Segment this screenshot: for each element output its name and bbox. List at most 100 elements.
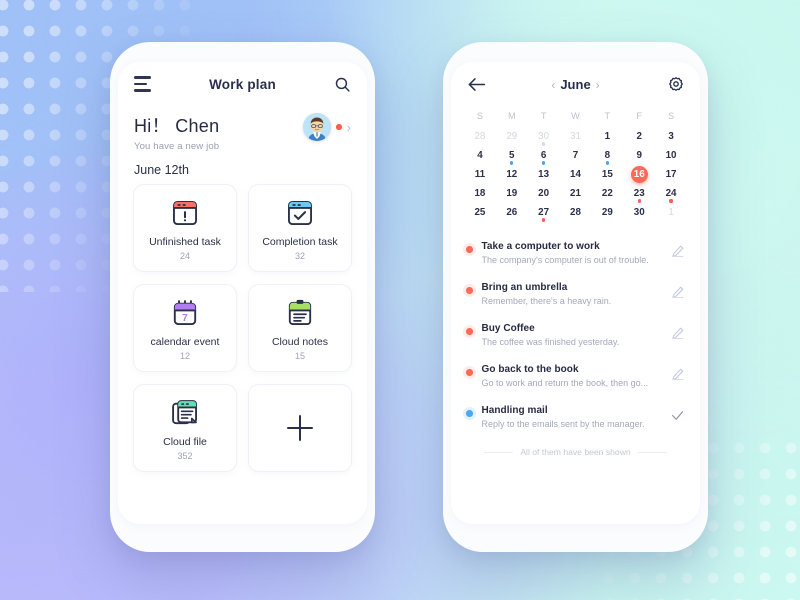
- card-title: Cloud file: [163, 436, 207, 448]
- card-title: Unfinished task: [149, 236, 221, 248]
- calendar-week-row: 18 19 20 21 22 23 24: [464, 184, 687, 203]
- calendar-day-number: 28: [474, 131, 486, 142]
- calendar-day-28[interactable]: 28: [464, 127, 496, 146]
- calendar-day-14[interactable]: 14: [560, 165, 592, 184]
- file-stack-icon: [168, 395, 202, 431]
- month-selector: ‹ June ›: [451, 77, 700, 92]
- calendar-day-number: 22: [601, 188, 613, 199]
- card-completion-task[interactable]: Completion task 32: [248, 184, 352, 272]
- dow-label: T: [604, 111, 611, 121]
- search-icon[interactable]: [334, 76, 351, 93]
- dow-label: W: [571, 111, 580, 121]
- calendar-day-29[interactable]: 29: [591, 203, 623, 222]
- task-status-dot: [466, 410, 473, 417]
- card-calendar-event[interactable]: 7 calendar event 12: [133, 284, 237, 372]
- calendar-day-4[interactable]: 4: [464, 146, 496, 165]
- calendar-day-1[interactable]: 1: [591, 127, 623, 146]
- next-month-button[interactable]: ›: [591, 78, 605, 92]
- calendar-day-number: 17: [665, 169, 677, 180]
- calendar-day-11[interactable]: 11: [464, 165, 496, 184]
- calendar-day-31[interactable]: 31: [560, 127, 592, 146]
- add-card-button[interactable]: [248, 384, 352, 472]
- calendar-day-8[interactable]: 8: [591, 146, 623, 165]
- calendar-day-6[interactable]: 6: [528, 146, 560, 165]
- pencil-icon[interactable]: [670, 282, 685, 300]
- dow-label: T: [540, 111, 547, 121]
- task-item[interactable]: Go back to the book Go to work and return…: [466, 356, 685, 397]
- calendar-day-29[interactable]: 29: [496, 127, 528, 146]
- calendar-day-7[interactable]: 7: [560, 146, 592, 165]
- divider-right: [637, 451, 668, 453]
- calendar-day-24[interactable]: 24: [655, 184, 687, 203]
- calendar-day-number: 25: [474, 207, 486, 218]
- prev-month-button[interactable]: ‹: [546, 78, 560, 92]
- calendar-day-10[interactable]: 10: [655, 146, 687, 165]
- calendar-day-26[interactable]: 26: [496, 203, 528, 222]
- card-count: 12: [179, 351, 190, 361]
- avatar[interactable]: [303, 113, 332, 141]
- pencil-icon[interactable]: [670, 241, 685, 259]
- calendar-day-16[interactable]: 16: [623, 165, 655, 184]
- task-item[interactable]: Take a computer to work The company's com…: [466, 233, 685, 274]
- calendar-week-row: 25 26 27 28 29 30 1: [464, 203, 687, 222]
- calendar-day-28[interactable]: 28: [560, 203, 592, 222]
- task-title: Handling mail: [481, 405, 548, 416]
- calendar-day-number: 5: [509, 150, 515, 161]
- calendar-day-23[interactable]: 23: [623, 184, 655, 203]
- calendar-day-13[interactable]: 13: [528, 165, 560, 184]
- window-check-icon: [283, 195, 317, 231]
- calendar-day-number: 29: [601, 207, 613, 218]
- calendar-day-12[interactable]: 12: [496, 165, 528, 184]
- calendar-day-2[interactable]: 2: [623, 127, 655, 146]
- task-description: The company's computer is out of trouble…: [481, 255, 649, 265]
- card-unfinished-task[interactable]: Unfinished task 24: [133, 184, 237, 272]
- calendar-day-1[interactable]: 1: [655, 203, 687, 222]
- calendar-day-15[interactable]: 15: [591, 165, 623, 184]
- dow-label: S: [476, 111, 483, 121]
- calendar-weeks: 28 29 30 31 1 2 3 4 5 6 7 8 9 10 11 12 13 14 15 16 17 18 19 20 2…: [464, 127, 687, 222]
- calendar-day-number: 7: [572, 150, 579, 161]
- card-cloud-file[interactable]: Cloud file 352: [133, 384, 237, 472]
- check-icon[interactable]: [670, 405, 685, 423]
- calendar-day-number: 16: [633, 169, 645, 180]
- card-cloud-notes[interactable]: Cloud notes 15: [248, 284, 352, 372]
- calendar-day-number: 10: [665, 150, 677, 161]
- task-description: Reply to the emails sent by the manager.: [481, 419, 645, 429]
- calendar-day-30[interactable]: 30: [528, 127, 560, 146]
- task-item[interactable]: Buy Coffee The coffee was finished yester…: [466, 315, 685, 356]
- task-description: Remember, there's a heavy rain.: [481, 296, 612, 306]
- profile-entry[interactable]: ›: [303, 113, 351, 141]
- calendar-day-18[interactable]: 18: [464, 184, 496, 203]
- calendar-day-17[interactable]: 17: [655, 165, 687, 184]
- task-title: Take a computer to work: [481, 241, 600, 252]
- card-count: 15: [294, 351, 305, 361]
- calendar-day-30[interactable]: 30: [623, 203, 655, 222]
- calendar-week-row: 28 29 30 31 1 2 3: [464, 127, 687, 146]
- task-list: Take a computer to work The company's com…: [451, 222, 700, 457]
- month-label: June: [560, 76, 591, 92]
- calendar-day-20[interactable]: 20: [528, 184, 560, 203]
- pencil-icon[interactable]: [670, 323, 685, 341]
- calendar-day-27[interactable]: 27: [528, 203, 560, 222]
- calendar-day-9[interactable]: 9: [623, 146, 655, 165]
- task-item[interactable]: Handling mail Reply to the emails sent by…: [466, 397, 685, 438]
- calendar-day-21[interactable]: 21: [560, 184, 592, 203]
- calendar-day-number: 31: [570, 131, 581, 142]
- calendar-day-22[interactable]: 22: [591, 184, 623, 203]
- calendar-day-19[interactable]: 19: [496, 184, 528, 203]
- work-plan-screen: Work plan Hi！ Chen You have a new job › …: [118, 62, 367, 524]
- calendar-day-number: 9: [636, 150, 642, 161]
- calendar-day-number: 30: [633, 207, 645, 218]
- divider-left: [484, 451, 514, 453]
- pencil-icon[interactable]: [670, 364, 685, 382]
- chevron-right-icon[interactable]: ›: [347, 121, 351, 134]
- task-item[interactable]: Bring an umbrella Remember, there's a hea…: [466, 274, 685, 315]
- list-end-marker: All of them have been shown: [466, 438, 685, 457]
- calendar-day-number: 18: [474, 188, 486, 199]
- calendar-day-3[interactable]: 3: [655, 127, 687, 146]
- calendar-day-25[interactable]: 25: [464, 203, 496, 222]
- date-label: June 12th: [134, 163, 189, 177]
- avatar-person-icon: [303, 113, 332, 141]
- task-body: Bring an umbrella Remember, there's a hea…: [482, 282, 662, 306]
- calendar-day-5[interactable]: 5: [496, 146, 528, 165]
